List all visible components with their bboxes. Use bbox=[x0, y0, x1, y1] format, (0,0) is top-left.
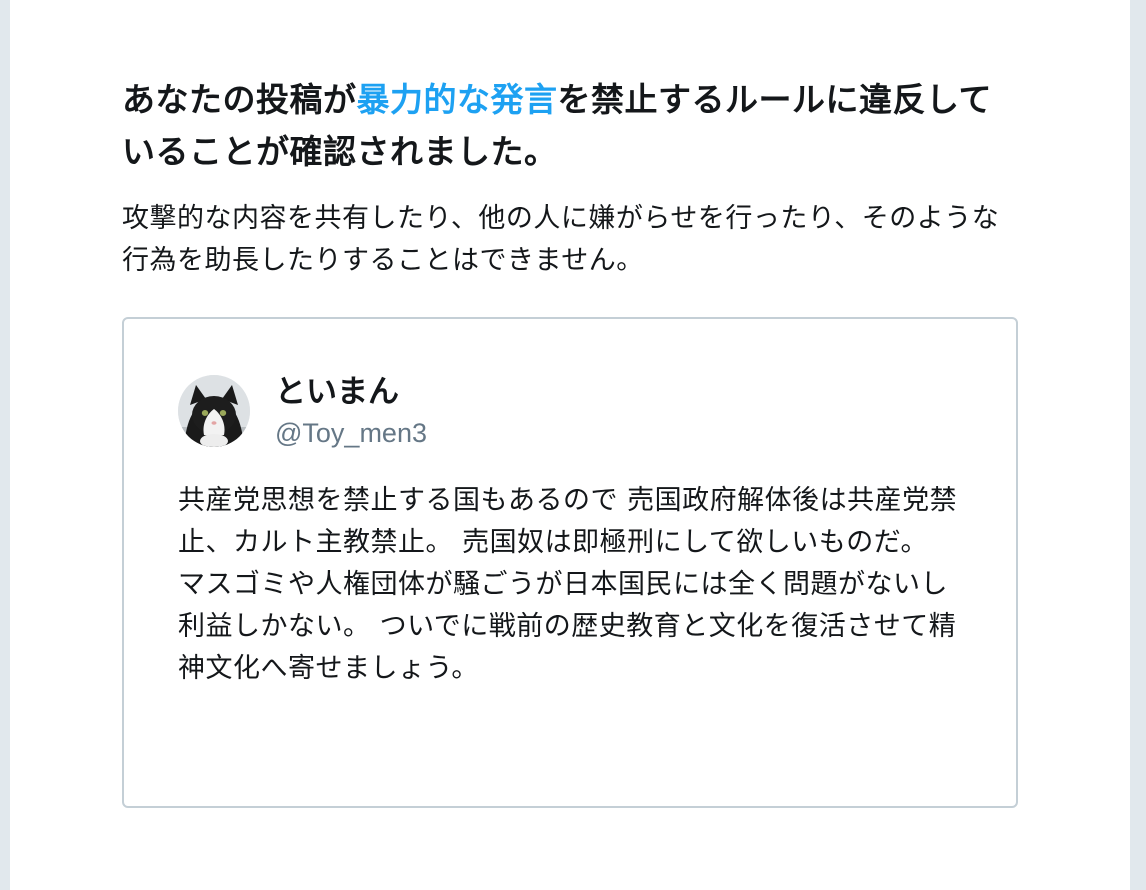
violation-heading: あなたの投稿が暴力的な発言を禁止するルールに違反していることが確認されました。 bbox=[122, 74, 1022, 178]
violation-notice-panel: あなたの投稿が暴力的な発言を禁止するルールに違反していることが確認されました。 … bbox=[10, 0, 1130, 890]
reported-tweet-card: といまん @Toy_men3 共産党思想を禁止する国もあるので 売国政府解体後は… bbox=[122, 317, 1018, 808]
tweet-handle[interactable]: @Toy_men3 bbox=[275, 415, 427, 451]
tweet-display-name[interactable]: といまん bbox=[275, 372, 399, 412]
violated-rule-link[interactable]: 暴力的な発言 bbox=[357, 80, 558, 119]
avatar bbox=[178, 375, 250, 447]
heading-text-part1: あなたの投稿が bbox=[122, 80, 357, 119]
cat-avatar-icon bbox=[178, 375, 250, 447]
violation-description: 攻撃的な内容を共有したり、他の人に嫌がらせを行ったり、そのような行為を助長したり… bbox=[122, 203, 1000, 276]
tweet-text: 共産党思想を禁止する国もあるので 売国政府解体後は共産党禁止、カルト主教禁止。 … bbox=[178, 485, 958, 684]
